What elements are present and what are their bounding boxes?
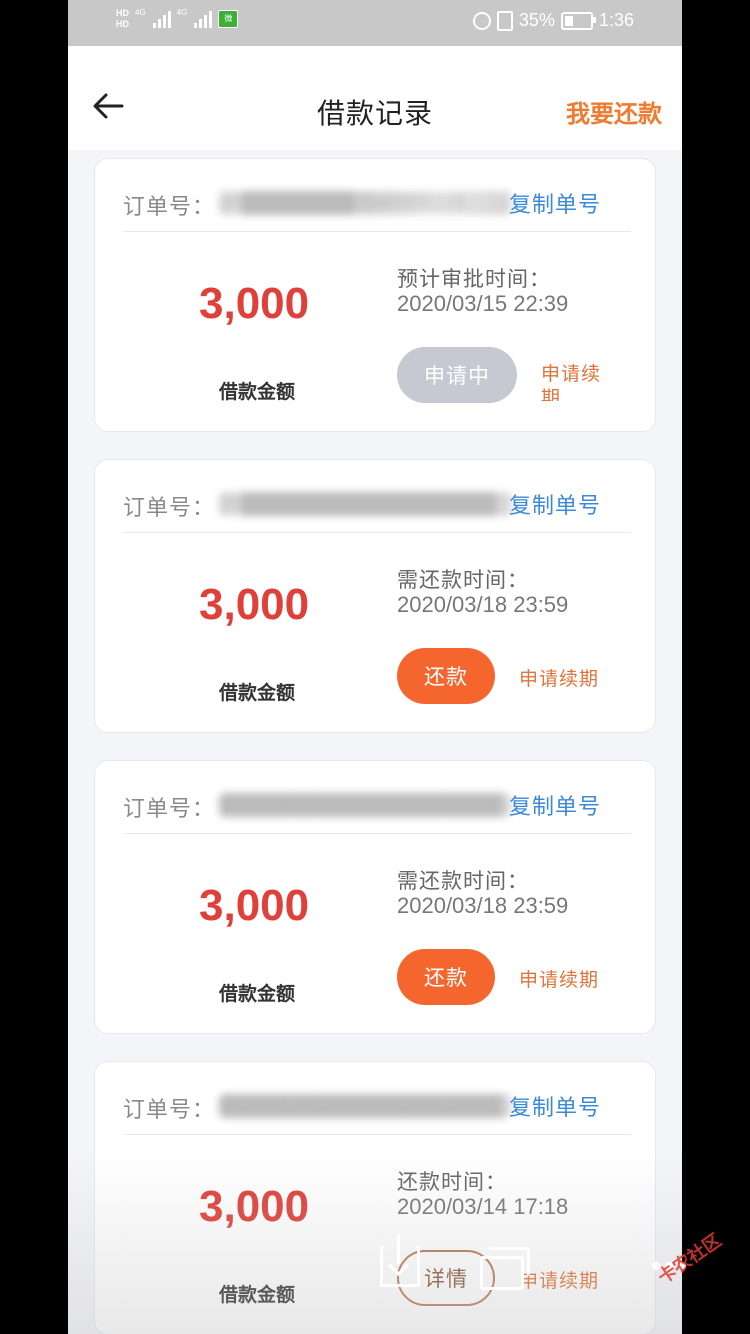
time-value: 2020/03/14 17:18 xyxy=(397,1194,569,1219)
apply-extension-link[interactable]: 申请续期 xyxy=(519,1266,599,1293)
apply-extension-link[interactable]: 申请续期 xyxy=(519,965,599,992)
status-bar-left: HD HD 4G 4G 微 xyxy=(116,8,239,30)
time-value: 2020/03/18 23:59 xyxy=(397,592,569,617)
applying-status-button[interactable]: 申请中 xyxy=(397,347,517,403)
card-divider xyxy=(123,1134,631,1135)
battery-icon xyxy=(560,11,596,30)
copy-order-number-button[interactable]: 复制单号 xyxy=(509,187,601,219)
order-row: 订单号： 20████████3040005225 复制单号 xyxy=(123,185,631,221)
time-value: 2020/03/15 22:39 xyxy=(397,291,569,316)
battery-percent: 35% xyxy=(518,10,555,30)
signal-1-icon xyxy=(152,10,171,28)
loan-record-card: 订单号： ████████████████████ 复制单号 3,000 借款金… xyxy=(94,760,656,1034)
wechat-notification-icon: 微 xyxy=(218,10,239,28)
loan-record-card: 订单号： ████████████████████ 复制单号 3,000 借款金… xyxy=(94,1061,656,1334)
apply-extension-link[interactable]: 申请续期 xyxy=(541,363,615,401)
apply-extension-link[interactable]: 申请续期 xyxy=(519,664,599,691)
loan-record-card: 订单号： 20██████████████████ 复制单号 3,000 借款金… xyxy=(94,459,656,733)
vibrate-icon xyxy=(496,10,513,31)
status-bar-right: 35% 1:36 xyxy=(472,10,634,31)
alarm-icon xyxy=(472,11,491,30)
hd-top-label: HD xyxy=(116,8,129,18)
clock-time: 1:36 xyxy=(598,10,634,30)
loan-record-card: 订单号： 20████████3040005225 复制单号 3,000 借款金… xyxy=(94,158,656,432)
picture-in-picture-icon[interactable] xyxy=(480,1247,530,1290)
card-divider xyxy=(123,532,631,533)
hd-bottom-label: HD xyxy=(116,19,129,29)
order-number-label: 订单号： xyxy=(123,1097,216,1122)
order-number-value: 20████████3040005225 xyxy=(219,191,511,215)
order-number-label: 订单号： xyxy=(123,796,216,821)
status-bar: HD HD 4G 4G 微 35% 1:36 xyxy=(68,0,682,46)
download-icon[interactable] xyxy=(380,1234,420,1287)
hd-indicator: HD HD xyxy=(116,8,129,30)
time-label: 还款时间： xyxy=(397,1171,507,1194)
time-label: 需还款时间： xyxy=(397,870,529,893)
order-row: 订单号： 20██████████████████ 复制单号 xyxy=(123,486,631,522)
battery-fill xyxy=(564,15,574,26)
copy-order-number-button[interactable]: 复制单号 xyxy=(509,1090,601,1122)
loan-amount: 3,000 xyxy=(199,1182,310,1231)
time-value: 2020/03/18 23:59 xyxy=(397,893,569,918)
order-row: 订单号： ████████████████████ 复制单号 xyxy=(123,1088,631,1124)
network-type-2: 4G xyxy=(176,8,188,17)
loan-amount-label: 借款金额 xyxy=(219,984,296,1005)
loan-amount-label: 借款金额 xyxy=(219,382,296,403)
nav-header: 借款记录 我要还款 xyxy=(68,46,682,150)
network-type-1: 4G xyxy=(135,8,146,17)
loan-amount: 3,000 xyxy=(199,580,310,629)
order-number-value: 20██████████████████ xyxy=(219,492,511,516)
order-number-value: ████████████████████ xyxy=(219,1094,511,1118)
copy-order-number-button[interactable]: 复制单号 xyxy=(509,789,601,821)
loan-amount-label: 借款金额 xyxy=(219,683,296,704)
time-label: 预计审批时间： xyxy=(397,268,551,291)
order-number-label: 订单号： xyxy=(123,495,216,520)
signal-2-icon xyxy=(194,10,213,28)
phone-screen: HD HD 4G 4G 微 35% 1:36 借款记录 我要还款 订单号： 20… xyxy=(68,0,682,1334)
copy-order-number-button[interactable]: 复制单号 xyxy=(509,488,601,520)
order-row: 订单号： ████████████████████ 复制单号 xyxy=(123,787,631,823)
card-divider xyxy=(123,231,631,232)
loan-amount-label: 借款金额 xyxy=(219,1285,296,1306)
order-number-value: ████████████████████ xyxy=(219,793,511,817)
time-label: 需还款时间： xyxy=(397,569,529,592)
repay-now-link[interactable]: 我要还款 xyxy=(566,94,662,129)
repay-button[interactable]: 还款 xyxy=(397,949,495,1005)
loan-amount: 3,000 xyxy=(199,881,310,930)
repay-button[interactable]: 还款 xyxy=(397,648,495,704)
order-number-label: 订单号： xyxy=(123,194,216,219)
card-divider xyxy=(123,833,631,834)
loan-amount: 3,000 xyxy=(199,279,310,328)
